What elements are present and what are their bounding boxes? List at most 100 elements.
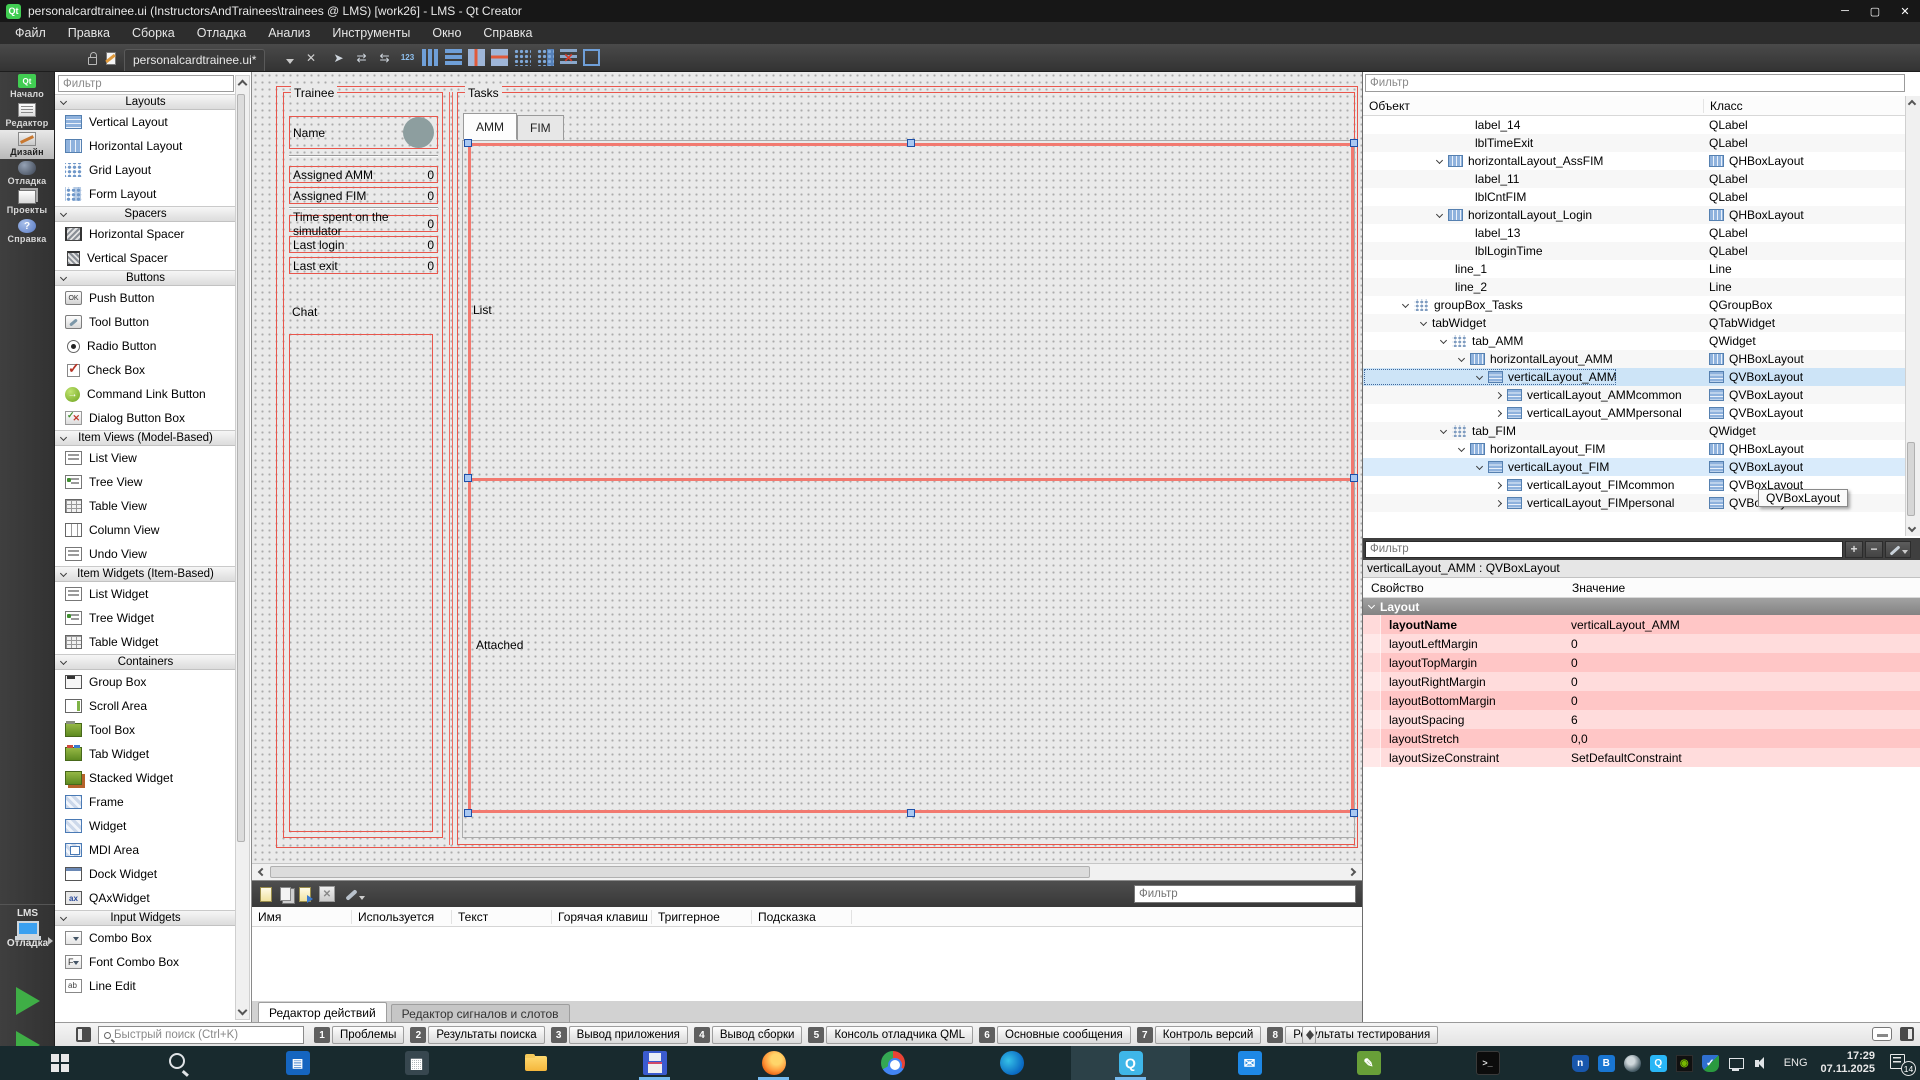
action-column-header[interactable]: Имя (252, 910, 352, 924)
tree-expander-icon[interactable] (1476, 462, 1483, 469)
form-tab[interactable]: AMM (463, 113, 517, 140)
widget-box-item[interactable]: Table View (55, 494, 236, 518)
presentation-app-icon[interactable]: ▤ (238, 1046, 357, 1080)
tree-expander-icon[interactable] (1495, 409, 1502, 416)
panel-cycle-buttons[interactable] (1302, 1026, 1316, 1044)
layout-vertically-icon[interactable] (445, 49, 462, 66)
add-dynamic-property-button[interactable]: + (1845, 541, 1863, 558)
widget-box-item[interactable]: Tree View (55, 470, 236, 494)
object-tree-row[interactable]: label_14 QLabel (1363, 116, 1906, 134)
mail-app-icon[interactable]: ✉ (1190, 1046, 1309, 1080)
scroll-down-icon[interactable] (1908, 524, 1916, 532)
spin-down-icon[interactable] (1306, 1035, 1314, 1040)
delete-action-icon[interactable] (319, 886, 335, 902)
property-row[interactable]: layoutName verticalLayout_AMM (1363, 615, 1920, 634)
widget-box-item[interactable]: Group Box (55, 670, 236, 694)
locator-input[interactable] (114, 1029, 284, 1041)
output-panel-button[interactable]: 4 Вывод сборки (694, 1026, 803, 1044)
widget-box-item[interactable]: Radio Button (55, 334, 236, 358)
widget-box-item[interactable]: Column View (55, 518, 236, 542)
scroll-down-icon[interactable] (238, 1006, 248, 1016)
kit-selector[interactable]: LMS Отладка (0, 904, 55, 980)
name-row[interactable]: Name (289, 116, 438, 149)
widget-box-item[interactable]: Stacked Widget (55, 766, 236, 790)
language-indicator[interactable]: ENG (1784, 1057, 1808, 1069)
property-row[interactable]: layoutSpacing 6 (1363, 710, 1920, 729)
scrollbar-handle[interactable] (270, 866, 1090, 878)
copy-action-icon[interactable] (280, 887, 291, 901)
remove-dynamic-property-button[interactable]: − (1865, 541, 1883, 558)
chat-area[interactable] (289, 334, 433, 832)
volume-tray-icon[interactable] (1754, 1055, 1771, 1072)
widget-box-item[interactable]: Spacers (55, 206, 236, 222)
widget-box-item[interactable]: Tree Widget (55, 606, 236, 630)
layout-section-header[interactable]: Layout (1363, 598, 1920, 615)
object-tree-row[interactable]: label_13 QLabel (1363, 224, 1906, 242)
edit-tab-order-icon[interactable]: 123 (399, 49, 416, 66)
action-column-header[interactable]: Текст (452, 910, 552, 924)
object-tree-row[interactable]: line_1 Line (1363, 260, 1906, 278)
widget-box-item[interactable]: Vertical Spacer (55, 246, 236, 270)
tree-expander-icon[interactable] (1458, 444, 1465, 451)
widget-box-item[interactable]: Vertical Layout (55, 110, 236, 134)
widget-box-item[interactable]: Tool Button (55, 310, 236, 334)
object-tree-row[interactable]: label_11 QLabel (1363, 170, 1906, 188)
selection-handle[interactable] (1350, 809, 1358, 817)
action-column-header[interactable]: Используется (352, 910, 452, 924)
widget-box-item[interactable]: Layouts (55, 94, 236, 110)
widget-box-item[interactable]: MDI Area (55, 838, 236, 862)
object-tree-row[interactable]: tab_FIM QWidget (1363, 422, 1906, 440)
widget-box-item[interactable]: Form Layout (55, 182, 236, 206)
layout-horizontal-splitter-icon[interactable] (468, 49, 485, 66)
widget-box-scrollbar[interactable] (235, 75, 250, 1020)
mode-projects[interactable]: Проекты (0, 188, 54, 217)
qt-creator-taskbar-icon[interactable]: Q (1071, 1046, 1190, 1080)
nvidia-tray-icon[interactable]: ◉ (1676, 1055, 1693, 1072)
configure-actions-icon[interactable] (343, 886, 365, 902)
widget-box-item[interactable]: Font Combo Box (55, 950, 236, 974)
object-tree-row[interactable]: verticalLayout_AMM QVBoxLayout (1363, 368, 1906, 386)
adjust-size-icon[interactable] (583, 49, 600, 66)
bottom-pane-tab[interactable]: Редактор сигналов и слотов (391, 1004, 570, 1023)
object-tree-scrollbar[interactable] (1905, 96, 1920, 536)
object-tree-row[interactable]: tabWidget QTabWidget (1363, 314, 1906, 332)
scroll-right-icon[interactable] (1348, 868, 1356, 876)
maximize-button[interactable]: ▢ (1860, 0, 1890, 22)
object-tree-row[interactable]: groupBox_Tasks QGroupBox (1363, 296, 1906, 314)
property-row[interactable]: layoutLeftMargin 0 (1363, 634, 1920, 653)
menu-file[interactable]: Файл (4, 22, 57, 44)
action-column-header[interactable]: Триггерное (652, 910, 752, 924)
mode-help[interactable]: Справка (0, 217, 54, 246)
build-progress-icon[interactable] (1872, 1027, 1892, 1041)
property-value[interactable]: 0 (1571, 656, 1578, 670)
object-tree-row[interactable]: verticalLayout_AMMpersonal QVBoxLayout (1363, 404, 1906, 422)
widget-filter-input[interactable] (58, 75, 234, 92)
layout-form-icon[interactable] (537, 49, 554, 66)
menu-debug[interactable]: Отладка (186, 22, 257, 44)
widget-box-item[interactable]: Dock Widget (55, 862, 236, 886)
edge-icon[interactable] (952, 1046, 1071, 1080)
property-filter-input[interactable] (1365, 541, 1843, 558)
selection-handle[interactable] (1350, 139, 1358, 147)
notes-app-icon[interactable]: ✎ (1309, 1046, 1428, 1080)
widget-box-item[interactable]: Widget (55, 814, 236, 838)
object-column-header[interactable]: Объект (1363, 99, 1703, 113)
property-value[interactable]: 0 (1571, 675, 1578, 689)
selection-handle[interactable] (464, 139, 472, 147)
object-filter-input[interactable] (1365, 74, 1905, 92)
attached-label[interactable]: Attached (476, 638, 523, 652)
close-document-icon[interactable]: ✕ (306, 51, 316, 65)
value-column-header[interactable]: Значение (1566, 581, 1625, 595)
taskbar-clock[interactable]: 17:29 07.11.2025 (1821, 1050, 1875, 1076)
defender-tray-icon[interactable]: ✓ (1702, 1055, 1719, 1072)
toggle-right-sidebar-icon[interactable] (1900, 1027, 1914, 1041)
selection-handle[interactable] (907, 809, 915, 817)
scroll-up-icon[interactable] (238, 80, 248, 90)
mode-debug[interactable]: Отладка (0, 159, 54, 188)
object-tree-row[interactable]: tab_AMM QWidget (1363, 332, 1906, 350)
trainee-group-box[interactable]: Trainee Name Assigned AMM 0 Assigned FIM… (283, 92, 443, 838)
property-column-header[interactable]: Свойство (1363, 581, 1566, 595)
scroll-left-icon[interactable] (258, 868, 266, 876)
break-layout-icon[interactable]: ✕ (560, 49, 577, 66)
property-row[interactable]: layoutSizeConstraint SetDefaultConstrain… (1363, 748, 1920, 767)
